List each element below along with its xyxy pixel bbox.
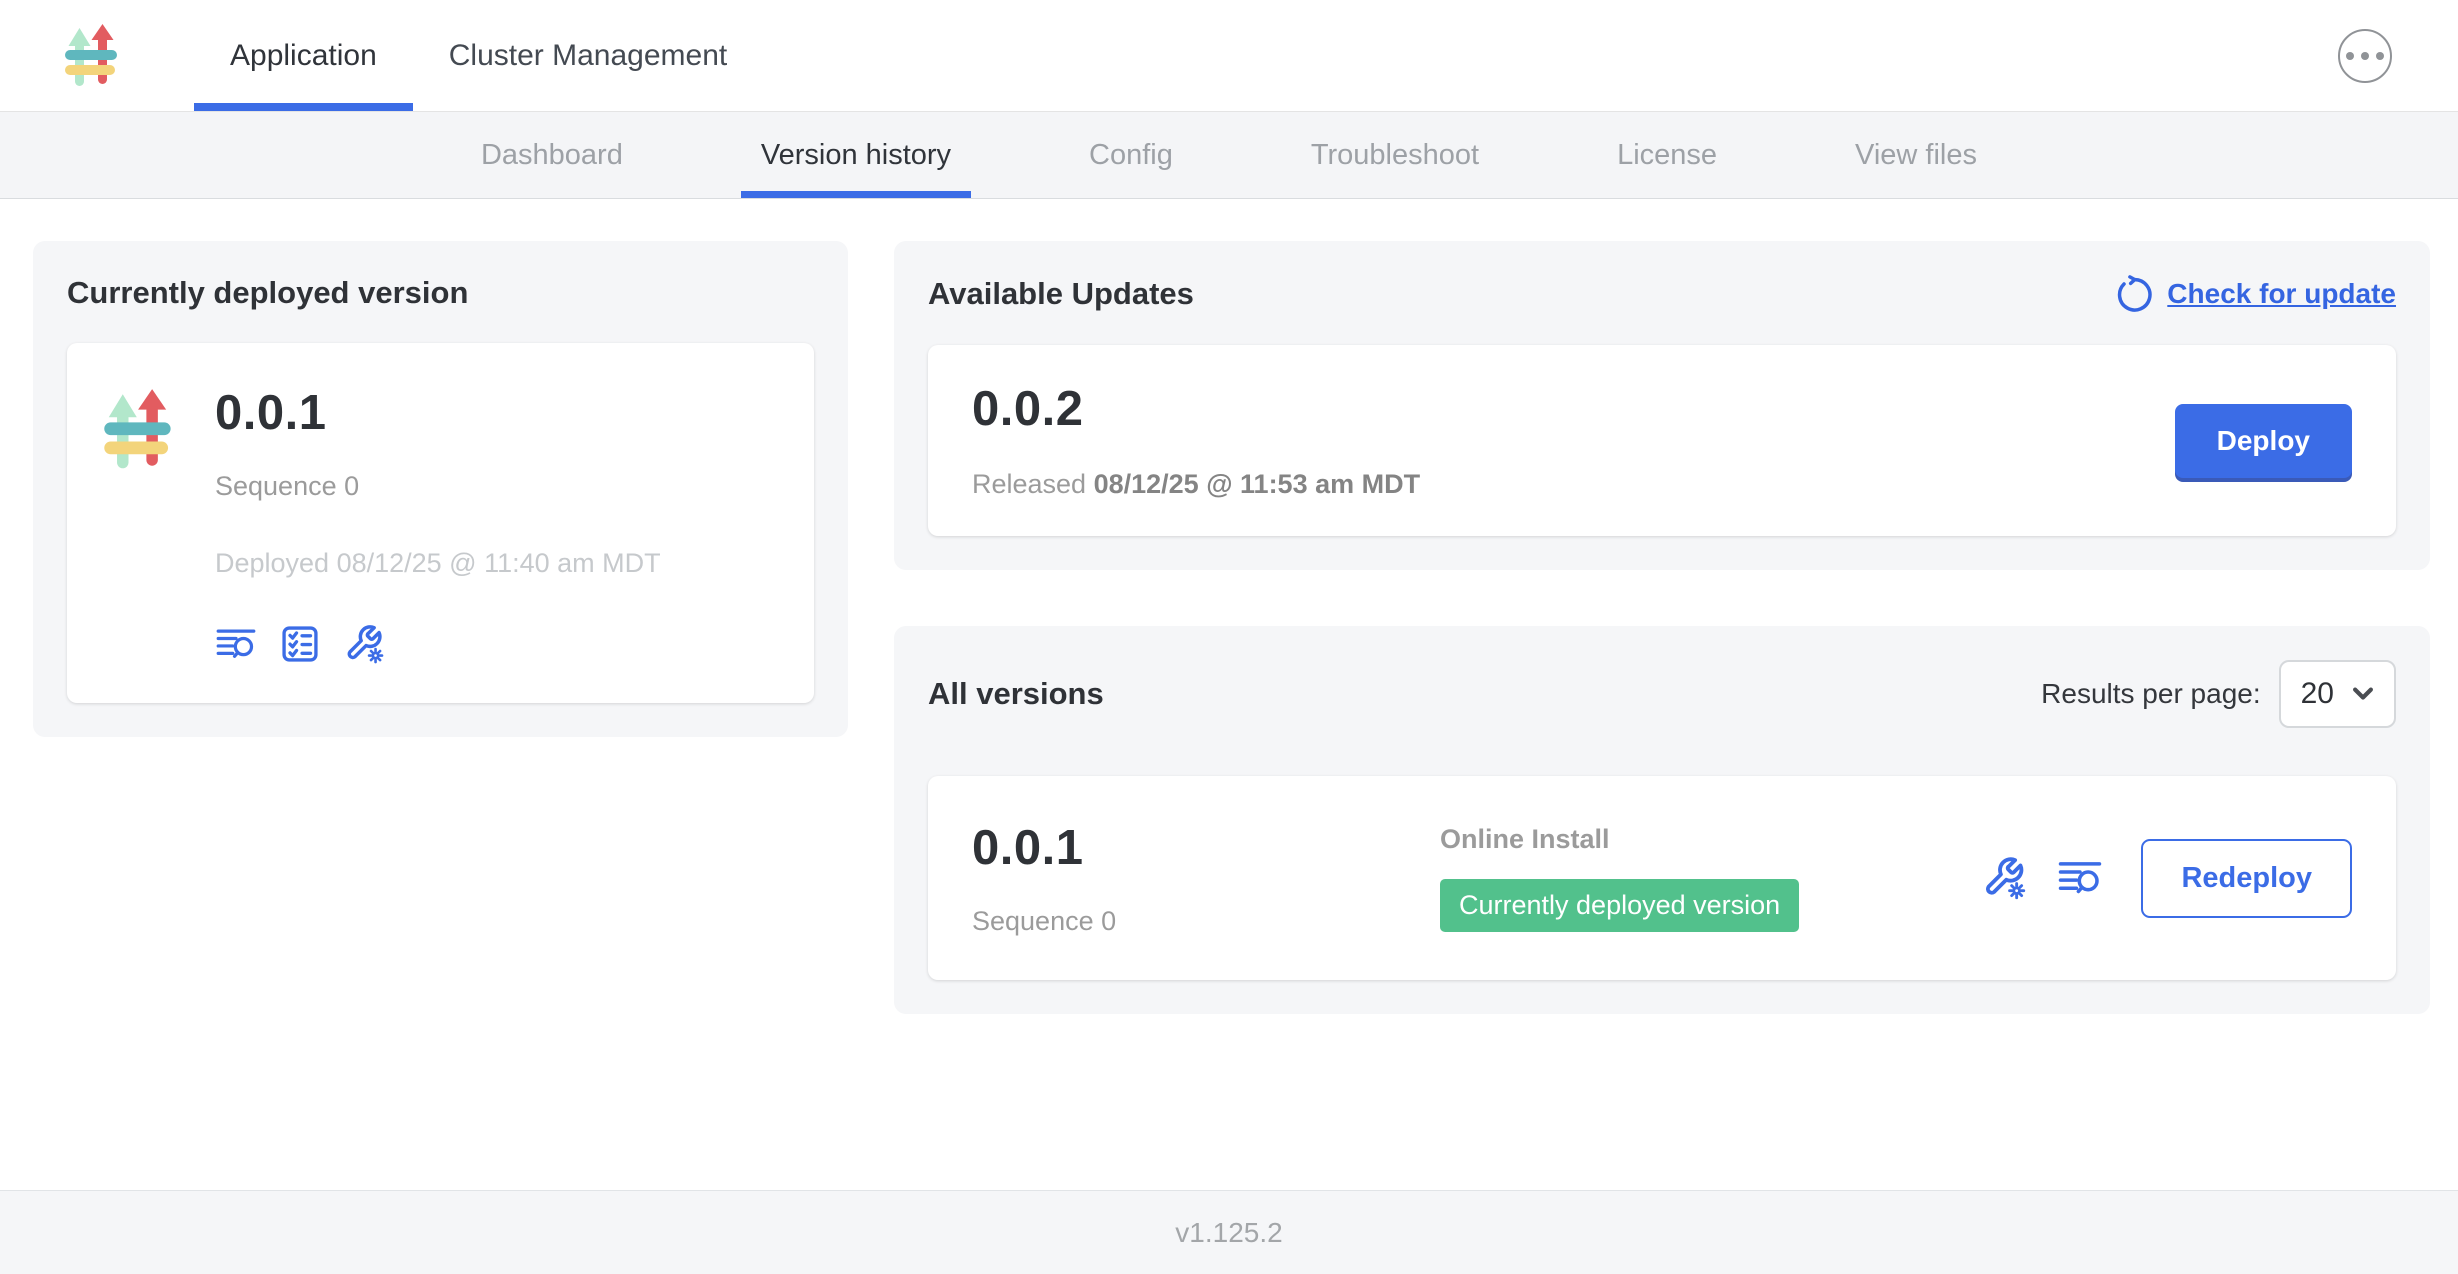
deployed-version-number: 0.0.1: [215, 385, 661, 441]
release-notes-button[interactable]: [2057, 855, 2103, 901]
available-updates-header: Available Updates Check for update: [928, 275, 2396, 313]
version-row-sequence: Sequence 0: [972, 906, 1440, 937]
app-logo-icon: [103, 389, 177, 471]
update-tile: 0.0.2 Released 08/12/25 @ 11:53 am MDT D…: [928, 345, 2396, 536]
subnav-view-files-label: View files: [1855, 139, 1977, 172]
right-column: Available Updates Check for update 0.0.2…: [894, 241, 2430, 1190]
release-notes-button[interactable]: [215, 623, 257, 665]
version-row-number: 0.0.1: [972, 820, 1440, 876]
release-notes-icon: [215, 623, 257, 665]
tab-cluster-management-label: Cluster Management: [449, 39, 727, 73]
check-for-update-label: Check for update: [2167, 278, 2396, 310]
currently-deployed-title: Currently deployed version: [67, 275, 814, 311]
deployed-version-actions: [215, 623, 661, 665]
release-notes-icon: [2057, 855, 2103, 901]
subnav-troubleshoot-label: Troubleshoot: [1311, 139, 1479, 172]
config-button[interactable]: [1981, 855, 2027, 901]
deployed-version-tile: 0.0.1 Sequence 0 Deployed 08/12/25 @ 11:…: [67, 343, 814, 703]
version-row: 0.0.1 Sequence 0 Online Install Currentl…: [928, 776, 2396, 980]
currently-deployed-badge: Currently deployed version: [1440, 879, 1799, 932]
update-released-timestamp: Released 08/12/25 @ 11:53 am MDT: [972, 469, 1420, 500]
redeploy-button[interactable]: Redeploy: [2141, 839, 2352, 918]
tab-cluster-management[interactable]: Cluster Management: [413, 0, 763, 111]
subnav-item-troubleshoot[interactable]: Troubleshoot: [1305, 112, 1485, 198]
available-updates-title: Available Updates: [928, 276, 1194, 312]
ellipsis-icon: [2346, 52, 2384, 60]
check-for-update-link[interactable]: Check for update: [2115, 275, 2396, 313]
deployed-sequence: Sequence 0: [215, 471, 661, 502]
released-prefix: Released: [972, 469, 1086, 499]
header-tabs: Application Cluster Management: [194, 0, 763, 111]
app-logo-icon: [64, 24, 122, 88]
chevron-down-icon: [2352, 687, 2374, 701]
app-subnav: Dashboard Version history Config Trouble…: [0, 112, 2458, 199]
preflight-checks-button[interactable]: [279, 623, 321, 665]
config-icon: [343, 623, 385, 665]
released-date: 08/12/25 @ 11:53 am MDT: [1094, 469, 1421, 499]
subnav-item-view-files[interactable]: View files: [1849, 112, 1983, 198]
subnav-version-history-label: Version history: [761, 139, 951, 172]
results-per-page: Results per page: 20: [2041, 660, 2396, 728]
all-versions-card: All versions Results per page: 20 0.0.1 …: [894, 626, 2430, 1014]
subnav-item-version-history[interactable]: Version history: [755, 112, 957, 198]
preflight-checks-icon: [279, 623, 321, 665]
config-icon: [1981, 855, 2027, 901]
left-column: Currently deployed version 0.0.1 Sequenc…: [33, 241, 848, 1190]
app-header: Application Cluster Management: [0, 0, 2458, 112]
config-button[interactable]: [343, 623, 385, 665]
subnav-item-license[interactable]: License: [1611, 112, 1723, 198]
version-row-info: 0.0.1 Sequence 0: [972, 820, 1440, 937]
results-per-page-select[interactable]: 20: [2279, 660, 2396, 728]
version-row-status: Online Install Currently deployed versio…: [1440, 824, 1981, 932]
all-versions-title: All versions: [928, 676, 1104, 712]
all-versions-header: All versions Results per page: 20: [928, 660, 2396, 728]
results-per-page-value: 20: [2301, 677, 2334, 711]
subnav-dashboard-label: Dashboard: [481, 139, 623, 172]
subnav-item-config[interactable]: Config: [1083, 112, 1179, 198]
deployed-version-details: 0.0.1 Sequence 0 Deployed 08/12/25 @ 11:…: [215, 385, 661, 665]
tab-application-label: Application: [230, 39, 377, 73]
subnav-license-label: License: [1617, 139, 1717, 172]
results-per-page-label: Results per page:: [2041, 678, 2260, 710]
currently-deployed-card: Currently deployed version 0.0.1 Sequenc…: [33, 241, 848, 737]
header-actions: [2338, 0, 2458, 111]
update-details: 0.0.2 Released 08/12/25 @ 11:53 am MDT: [972, 381, 1420, 500]
version-row-actions: Redeploy: [1981, 839, 2352, 918]
more-options-button[interactable]: [2338, 29, 2392, 83]
tab-application[interactable]: Application: [194, 0, 413, 111]
subnav-item-dashboard[interactable]: Dashboard: [475, 112, 629, 198]
refresh-icon: [2115, 275, 2153, 313]
update-version-number: 0.0.2: [972, 381, 1420, 437]
deploy-button[interactable]: Deploy: [2175, 404, 2352, 478]
install-type-label: Online Install: [1440, 824, 1981, 855]
console-version: v1.125.2: [1175, 1217, 1282, 1249]
app-footer: v1.125.2: [0, 1190, 2458, 1274]
deployed-timestamp: Deployed 08/12/25 @ 11:40 am MDT: [215, 548, 661, 579]
subnav-config-label: Config: [1089, 139, 1173, 172]
main-content: Currently deployed version 0.0.1 Sequenc…: [0, 199, 2458, 1190]
available-updates-card: Available Updates Check for update 0.0.2…: [894, 241, 2430, 570]
